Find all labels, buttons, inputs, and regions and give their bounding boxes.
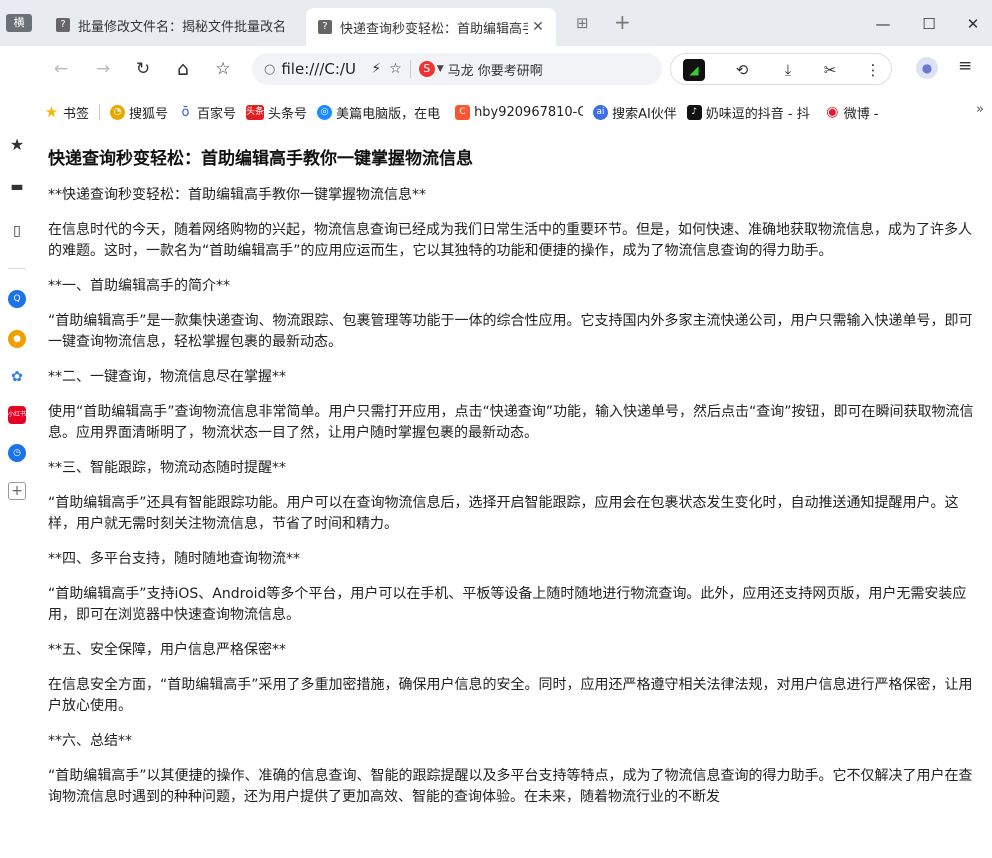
tab-manager-icon[interactable]: ⊞ <box>576 14 589 32</box>
lightning-icon[interactable]: ⚡ <box>371 61 381 77</box>
document-icon: ? <box>318 20 332 34</box>
close-tab-icon[interactable]: ✕ <box>528 19 548 35</box>
green-extension-icon[interactable]: ◢ <box>683 59 705 81</box>
avatar[interactable]: ● <box>916 57 938 79</box>
divider <box>99 104 101 120</box>
browser-mode-button[interactable]: 横 <box>6 14 32 32</box>
left-sidebar: ★ ▬ ▯ Q ● ✿ 小红书 ◷ + <box>0 46 34 858</box>
search-app-icon[interactable]: Q <box>8 290 26 308</box>
bookmark-item-bookmarks[interactable]: ★ 书签 <box>44 103 89 122</box>
bookmark-item-meipian[interactable]: ◎ 美篇电脑版，在电 <box>317 103 445 122</box>
bookmark-label: 书签 <box>63 106 90 122</box>
weibo-icon: ◉ <box>826 103 839 120</box>
tab-title: 批量修改文件名：揭秘文件批量改名 <box>78 19 287 35</box>
bookmark-label: 百家号 <box>197 106 237 122</box>
history-icon[interactable]: ⟲ <box>727 57 757 83</box>
tab-express-query[interactable]: ? 快递查询秒变轻松：首助编辑高手 ✕ <box>306 8 556 46</box>
download-icon[interactable]: ⤓ <box>775 57 801 83</box>
bookmark-item-douyin[interactable]: ♪ 奶味逗的抖音 - 抖 <box>686 103 815 122</box>
article-paragraph: “首助编辑高手”是一款集快递查询、物流跟踪、包裹管理等功能于一体的综合性应用。它… <box>48 313 973 350</box>
add-app-icon[interactable]: + <box>8 482 26 500</box>
article-paragraph: 使用“首助编辑高手”查询物流信息非常简单。用户只需打开应用，点击“快递查询”功能… <box>48 404 974 441</box>
bookmarks-bar: ★ 书签 ◔ 搜狐号 ō 百家号 头条 头条号 ◎ 美篇电脑版，在电 C hby… <box>44 98 992 126</box>
paw-icon[interactable]: ✿ <box>8 368 26 386</box>
new-tab-button[interactable]: + <box>614 10 631 34</box>
article-paragraph: 在信息安全方面，“首助编辑高手”采用了多重加密措施，确保用户信息的安全。同时，应… <box>48 677 973 714</box>
more-vertical-icon[interactable]: ⋮ <box>863 57 883 83</box>
xiaohongshu-icon[interactable]: 小红书 <box>8 406 26 424</box>
close-window-button[interactable]: ✕ <box>950 8 992 40</box>
minimize-button[interactable]: — <box>860 8 906 40</box>
divider <box>8 268 26 269</box>
address-input[interactable]: file:///C:/U <box>281 60 365 78</box>
article-paragraph: “首助编辑高手”支持iOS、Android等多个平台，用户可以在手机、平板等设备… <box>48 586 967 623</box>
bookmark-item-toutiao[interactable]: 头条 头条号 <box>246 103 307 122</box>
article-title: 快递查询秒变轻松：首助编辑高手教你一键掌握物流信息 <box>48 149 473 169</box>
article-content: 快递查询秒变轻松：首助编辑高手教你一键掌握物流信息 **快递查询秒变轻松：首助编… <box>48 146 978 822</box>
search-engine-icon[interactable]: S <box>418 61 435 77</box>
colorful-app-icon[interactable]: ● <box>8 330 26 348</box>
phone-icon[interactable]: ▯ <box>8 222 26 240</box>
bookmark-item-ai[interactable]: ai 搜索AI伙伴 <box>593 103 677 122</box>
bookmark-label: 头条号 <box>268 106 308 122</box>
bookmark-label: 微博 - <box>843 106 879 122</box>
bookmark-item-csdn[interactable]: C hby920967810-C <box>455 104 584 120</box>
douyin-icon: ♪ <box>686 104 702 120</box>
screenshot-icon[interactable]: ✂ <box>815 57 845 83</box>
folder-icon[interactable]: ▬ <box>8 178 26 196</box>
article-paragraph: “首助编辑高手”以其便捷的操作、准确的信息查询、智能的跟踪提醒以及多平台支持等特… <box>48 768 973 805</box>
more-bookmarks-icon[interactable]: » <box>976 102 984 117</box>
section-heading: **二、一键查询，物流信息尽在掌握** <box>48 369 286 385</box>
chevron-down-icon[interactable]: ▼ <box>437 64 444 74</box>
tab-strip: 横 ? 批量修改文件名：揭秘文件批量改名 ? 快递查询秒变轻松：首助编辑高手 ✕… <box>0 0 992 46</box>
section-heading: **三、智能跟踪，物流动态随时提醒** <box>48 460 286 476</box>
baijia-icon: ō <box>181 104 190 120</box>
back-button[interactable]: ← <box>48 56 74 82</box>
section-heading: **六、总结** <box>48 733 132 749</box>
maximize-button[interactable]: ☐ <box>906 8 952 40</box>
bookmark-item-weibo[interactable]: ◉ 微博 - <box>825 103 887 122</box>
section-heading: **五、安全保障，用户信息严格保密** <box>48 642 286 658</box>
ai-icon: ai <box>593 104 609 120</box>
article-subtitle: **快递查询秒变轻松：首助编辑高手教你一键掌握物流信息** <box>48 187 426 203</box>
section-heading: **四、多平台支持，随时随地查询物流** <box>48 551 300 567</box>
bookmark-label: 搜狐号 <box>129 106 169 122</box>
extension-group: ◢ ⟲ ⤓ ✂ ⋮ <box>670 53 892 85</box>
toutiao-icon: 头条 <box>246 104 264 120</box>
bookmark-item-sohu[interactable]: ◔ 搜狐号 <box>110 103 168 122</box>
article-paragraph: 在信息时代的今天，随着网络购物的兴起，物流信息查询已经成为我们日常生活中的重要环… <box>48 222 972 259</box>
forward-button[interactable]: → <box>90 56 116 82</box>
reload-button[interactable]: ↻ <box>130 56 156 82</box>
csdn-icon: C <box>455 104 471 120</box>
section-heading: **一、首助编辑高手的简介** <box>48 278 230 294</box>
sohu-icon: ◔ <box>110 104 126 120</box>
divider <box>409 60 411 78</box>
main-menu-button[interactable]: ≡ <box>958 56 972 76</box>
bookmark-label: 美篇电脑版，在电 <box>336 106 441 122</box>
bookmark-label: hby920967810-C <box>474 104 584 120</box>
address-bar[interactable]: ○ file:///C:/U ⚡ ☆ S ▼ 马龙 你要考研啊 <box>252 53 662 85</box>
bookmark-item-baijia[interactable]: ō 百家号 <box>178 103 237 122</box>
star-icon: ★ <box>44 102 59 121</box>
browser-toolbar: « ← → ↻ ⌂ ☆ ○ file:///C:/U ⚡ ☆ S ▼ 马龙 你要… <box>0 46 992 92</box>
favorites-star-icon[interactable]: ★ <box>8 136 26 154</box>
clock-icon[interactable]: ◷ <box>8 444 26 462</box>
bookmark-label: 搜索AI伙伴 <box>612 106 677 122</box>
favorite-add-icon[interactable]: ☆ <box>389 61 402 77</box>
tab-batch-rename[interactable]: ? 批量修改文件名：揭秘文件批量改名 <box>44 8 300 42</box>
home-button[interactable]: ⌂ <box>170 56 196 82</box>
document-icon: ? <box>56 18 70 32</box>
article-paragraph: “首助编辑高手”还具有智能跟踪功能。用户可以在查询物流信息后，选择开启智能跟踪，… <box>48 495 959 532</box>
meipian-icon: ◎ <box>317 104 333 120</box>
bookmark-label: 奶味逗的抖音 - 抖 <box>705 106 810 122</box>
search-icon: ○ <box>264 61 276 77</box>
bookmark-star-button[interactable]: ☆ <box>210 56 236 82</box>
tab-title: 快递查询秒变轻松：首助编辑高手 <box>340 21 528 37</box>
search-suggestion-text[interactable]: 马龙 你要考研啊 <box>448 60 543 79</box>
